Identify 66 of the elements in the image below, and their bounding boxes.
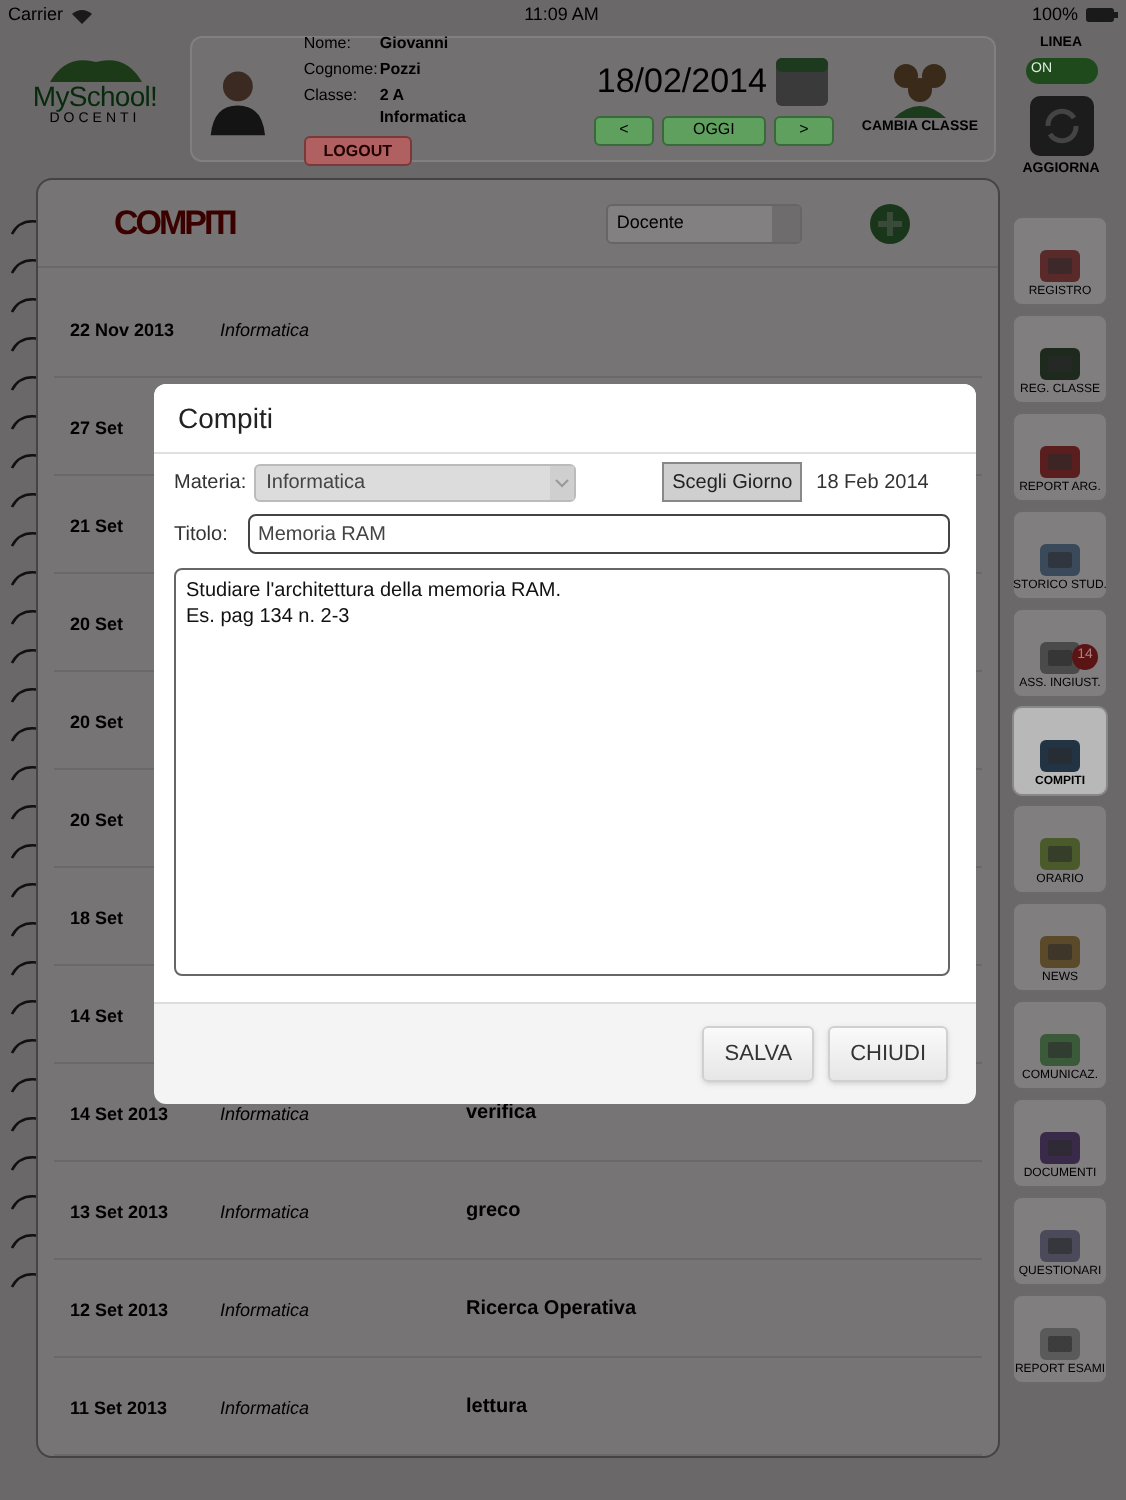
- battery-level: 100%: [1031, 1, 1078, 28]
- row-date: 14 Set: [70, 1006, 124, 1026]
- field-label: Classe:: [303, 84, 360, 108]
- app-icon: [1034, 1226, 1086, 1266]
- date-nav-button[interactable]: >: [773, 115, 834, 145]
- field-value: Giovanni: [379, 32, 449, 54]
- date-nav-button[interactable]: <: [593, 115, 654, 145]
- app-icon: [1034, 1030, 1086, 1070]
- refresh-icon[interactable]: [1029, 95, 1093, 155]
- add-icon[interactable]: [868, 201, 913, 245]
- description-field[interactable]: Studiare l'architettura della memoria RAM. Es. pag 134 n. 2-3: [174, 568, 950, 976]
- row-date: 18 Set: [70, 908, 124, 928]
- row-title: Ricerca Operativa: [466, 1295, 637, 1323]
- subject-dropdown[interactable]: Informatica: [254, 463, 577, 501]
- row-date: 14 Set 2013: [70, 1104, 169, 1124]
- row-date: 27 Set: [70, 418, 124, 438]
- row-subject: Informatica: [220, 1398, 310, 1418]
- wifi-icon: [71, 7, 92, 23]
- row-subject: Informatica: [220, 320, 310, 340]
- row-date: 13 Set 2013: [70, 1202, 169, 1222]
- row-date: 21 Set: [70, 516, 124, 536]
- row-date: 20 Set: [70, 810, 124, 830]
- row-date: 20 Set: [70, 712, 124, 732]
- field-label: Nome:: [303, 32, 353, 54]
- app-icon: [1034, 344, 1086, 384]
- app-icon: [1034, 736, 1086, 776]
- row-subject: Informatica: [220, 1104, 310, 1124]
- row-date: 11 Set 2013: [70, 1398, 168, 1418]
- row-title: lettura: [466, 1393, 528, 1421]
- date-nav-button[interactable]: OGGI: [661, 115, 766, 145]
- logout-button[interactable]: LOGOUT: [303, 136, 412, 166]
- row-date: 12 Set 2013: [70, 1300, 169, 1320]
- page-title: COMPITI: [114, 201, 235, 246]
- app-icon: [1034, 834, 1086, 874]
- app-icon: [1034, 1128, 1086, 1168]
- row-date: 22 Nov 2013: [70, 320, 175, 340]
- battery-icon: [1086, 8, 1118, 22]
- dialog-button[interactable]: SALVA: [702, 1026, 815, 1082]
- carrier-label: Carrier: [8, 1, 64, 28]
- teacher-dropdown[interactable]: Docente: [606, 203, 803, 243]
- caret-icon: [550, 465, 575, 499]
- row-title: greco: [466, 1197, 521, 1225]
- app-icon: [1034, 246, 1086, 286]
- dialog-button[interactable]: CHIUDI: [828, 1026, 948, 1082]
- app-icon: [1034, 540, 1086, 580]
- field-label: Cognome:: [303, 58, 380, 80]
- title-field[interactable]: Memoria RAM: [248, 514, 950, 554]
- row-subject: Informatica: [220, 1300, 310, 1320]
- calendar-icon[interactable]: [774, 53, 831, 109]
- current-date: 18/02/2014: [596, 59, 767, 104]
- app-icon: [1034, 1324, 1086, 1364]
- clock: 11:09 AM: [524, 1, 599, 28]
- row-subject: Informatica: [220, 1202, 310, 1222]
- field-value: Pozzi: [379, 58, 421, 80]
- dialog-title: Compiti: [178, 399, 273, 438]
- logo-title: MySchool!: [32, 82, 158, 110]
- selected-day: 18 Feb 2014: [816, 467, 929, 497]
- app-icon: [1034, 442, 1086, 482]
- choose-day-button[interactable]: Scegli Giorno: [662, 462, 803, 502]
- field-value: 2 A Informatica: [379, 84, 468, 128]
- row-title: verifica: [466, 1099, 537, 1127]
- subject-label: Materia:: [174, 469, 247, 497]
- app-icon: [1034, 932, 1086, 972]
- logo-leaves-icon: [45, 54, 145, 82]
- row-date: 20 Set: [70, 614, 124, 634]
- title-label: Titolo:: [174, 521, 230, 549]
